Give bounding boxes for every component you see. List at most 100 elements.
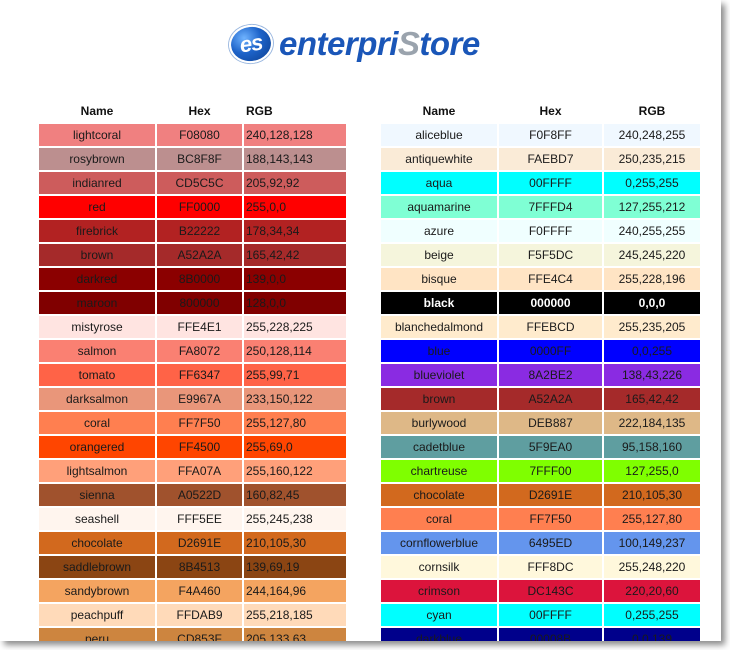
color-row-brown: brown A52A2A 165,42,42 xyxy=(381,388,700,410)
table-header-row: Name Hex RGB xyxy=(39,100,346,122)
rgb-cell: 255,245,238 xyxy=(244,508,346,530)
color-name-cell: peachpuff xyxy=(39,604,155,626)
rgb-cell: 250,235,215 xyxy=(604,148,700,170)
rgb-cell: 165,42,42 xyxy=(604,388,700,410)
color-row-salmon: salmon FA8072 250,128,114 xyxy=(39,340,346,362)
color-row-orangered: orangered FF4500 255,69,0 xyxy=(39,436,346,458)
hex-cell: FAEBD7 xyxy=(499,148,602,170)
color-row-blue: blue 0000FF 0,0,255 xyxy=(381,340,700,362)
rgb-cell: 255,218,185 xyxy=(244,604,346,626)
hex-cell: F0FFFF xyxy=(499,220,602,242)
hex-cell: BC8F8F xyxy=(157,148,242,170)
color-row-red: red FF0000 255,0,0 xyxy=(39,196,346,218)
hex-cell: 5F9EA0 xyxy=(499,436,602,458)
color-name-cell: darkblue xyxy=(381,628,497,641)
hex-cell: CD853F xyxy=(157,628,242,641)
hex-cell: 800000 xyxy=(157,292,242,314)
color-row-cornflowerblue: cornflowerblue 6495ED 100,149,237 xyxy=(381,532,700,554)
hex-cell: FFF8DC xyxy=(499,556,602,578)
color-name-cell: lightsalmon xyxy=(39,460,155,482)
color-name-cell: chocolate xyxy=(381,484,497,506)
hex-cell: F4A460 xyxy=(157,580,242,602)
hex-cell: A52A2A xyxy=(157,244,242,266)
color-name-cell: cornflowerblue xyxy=(381,532,497,554)
color-row-saddlebrown: saddlebrown 8B4513 139,69,19 xyxy=(39,556,346,578)
color-name-cell: aliceblue xyxy=(381,124,497,146)
color-name-cell: brown xyxy=(381,388,497,410)
hex-cell: A52A2A xyxy=(499,388,602,410)
rgb-cell: 178,34,34 xyxy=(244,220,346,242)
color-row-darkred: darkred 8B0000 139,0,0 xyxy=(39,268,346,290)
color-row-antiquewhite: antiquewhite FAEBD7 250,235,215 xyxy=(381,148,700,170)
logo-text-s: S xyxy=(397,25,420,62)
color-row-darksalmon: darksalmon E9967A 233,150,122 xyxy=(39,388,346,410)
color-row-brown: brown A52A2A 165,42,42 xyxy=(39,244,346,266)
column-header-rgb: RGB xyxy=(638,104,666,118)
rgb-cell: 210,105,30 xyxy=(244,532,346,554)
rgb-cell: 240,255,255 xyxy=(604,220,700,242)
color-row-sienna: sienna A0522D 160,82,45 xyxy=(39,484,346,506)
hex-cell: F08080 xyxy=(157,124,242,146)
color-name-cell: seashell xyxy=(39,508,155,530)
color-name-cell: sienna xyxy=(39,484,155,506)
hex-cell: 8B0000 xyxy=(157,268,242,290)
color-name-cell: red xyxy=(39,196,155,218)
hex-cell: FFF5EE xyxy=(157,508,242,530)
color-row-lightsalmon: lightsalmon FFA07A 255,160,122 xyxy=(39,460,346,482)
color-name-cell: firebrick xyxy=(39,220,155,242)
rgb-cell: 255,248,220 xyxy=(604,556,700,578)
color-row-azure: azure F0FFFF 240,255,255 xyxy=(381,220,700,242)
rgb-cell: 210,105,30 xyxy=(604,484,700,506)
rgb-cell: 244,164,96 xyxy=(244,580,346,602)
rgb-cell: 127,255,212 xyxy=(604,196,700,218)
color-row-aliceblue: aliceblue F0F8FF 240,248,255 xyxy=(381,124,700,146)
color-row-coral: coral FF7F50 255,127,80 xyxy=(381,508,700,530)
color-name-cell: cadetblue xyxy=(381,436,497,458)
rgb-cell: 245,245,220 xyxy=(604,244,700,266)
color-name-cell: burlywood xyxy=(381,412,497,434)
color-row-peachpuff: peachpuff FFDAB9 255,218,185 xyxy=(39,604,346,626)
rgb-cell: 138,43,226 xyxy=(604,364,700,386)
hex-cell: FF7F50 xyxy=(157,412,242,434)
hex-cell: F0F8FF xyxy=(499,124,602,146)
es-logo-icon: es xyxy=(226,22,276,66)
column-header-name: Name xyxy=(80,104,114,118)
hex-cell: FF0000 xyxy=(157,196,242,218)
rgb-cell: 250,128,114 xyxy=(244,340,346,362)
color-row-peru: peru CD853F 205,133,63 xyxy=(39,628,346,641)
column-header-rgb: RGB xyxy=(246,104,273,118)
color-row-tomato: tomato FF6347 255,99,71 xyxy=(39,364,346,386)
logo-text-part: tore xyxy=(419,25,480,62)
rgb-cell: 0,0,0 xyxy=(604,292,700,314)
color-row-mistyrose: mistyrose FFE4E1 255,228,225 xyxy=(39,316,346,338)
hex-cell: 7FFF00 xyxy=(499,460,602,482)
hex-cell: 8B4513 xyxy=(157,556,242,578)
hex-cell: FFA07A xyxy=(157,460,242,482)
color-table-body: lightcoral F08080 240,128,128 rosybrown BC8F… xyxy=(39,124,346,641)
column-header-hex: Hex xyxy=(188,104,211,118)
rgb-cell: 233,150,122 xyxy=(244,388,346,410)
rgb-cell: 240,128,128 xyxy=(244,124,346,146)
color-name-cell: black xyxy=(381,292,497,314)
rgb-cell: 0,0,255 xyxy=(604,340,700,362)
hex-cell: FF7F50 xyxy=(499,508,602,530)
color-row-darkblue: darkblue 00008B 0,0,139 xyxy=(381,628,700,641)
color-row-aqua: aqua 00FFFF 0,255,255 xyxy=(381,172,700,194)
hex-cell: FA8072 xyxy=(157,340,242,362)
rgb-cell: 205,133,63 xyxy=(244,628,346,641)
color-name-cell: darksalmon xyxy=(39,388,155,410)
rgb-cell: 255,99,71 xyxy=(244,364,346,386)
color-row-indianred: indianred CD5C5C 205,92,92 xyxy=(39,172,346,194)
color-row-firebrick: firebrick B22222 178,34,34 xyxy=(39,220,346,242)
rgb-cell: 100,149,237 xyxy=(604,532,700,554)
rgb-cell: 165,42,42 xyxy=(244,244,346,266)
rgb-cell: 0,0,139 xyxy=(604,628,700,641)
color-name-cell: mistyrose xyxy=(39,316,155,338)
color-row-bisque: bisque FFE4C4 255,228,196 xyxy=(381,268,700,290)
color-row-chocolate: chocolate D2691E 210,105,30 xyxy=(39,532,346,554)
rgb-cell: 160,82,45 xyxy=(244,484,346,506)
hex-cell: E9967A xyxy=(157,388,242,410)
color-row-aquamarine: aquamarine 7FFFD4 127,255,212 xyxy=(381,196,700,218)
color-name-cell: rosybrown xyxy=(39,148,155,170)
rgb-cell: 128,0,0 xyxy=(244,292,346,314)
